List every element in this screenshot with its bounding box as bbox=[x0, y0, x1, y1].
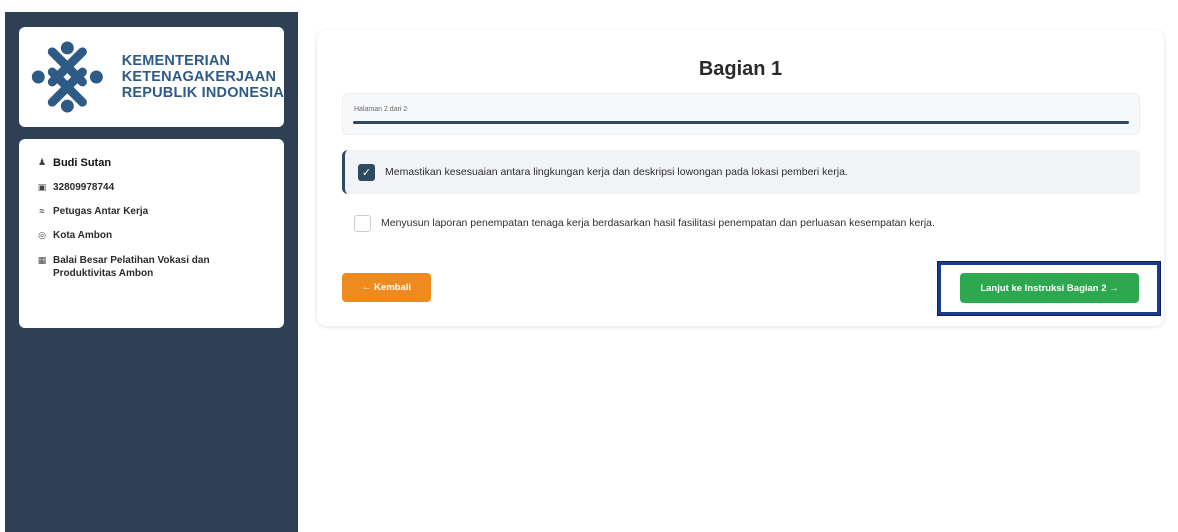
profile-city-row: ◎ Kota Ambon bbox=[35, 230, 270, 241]
logo-line-1: KEMENTERIAN bbox=[121, 53, 231, 69]
profile-role-row: ≈ Petugas Antar Kerja bbox=[35, 206, 270, 217]
profile-institution-row: ▦ Balai Besar Pelatihan Vokasi dan Produ… bbox=[35, 254, 270, 280]
task-card: Bagian 1 Halaman 2 dari 2 ✓ Memastikan k… bbox=[317, 30, 1164, 326]
back-button[interactable]: ← Kembali bbox=[342, 273, 431, 302]
user-icon: ♟ bbox=[37, 157, 47, 167]
profile-id-number: 32809978744 bbox=[53, 182, 115, 193]
task-item-2[interactable]: Menyusun laporan penempatan tenaga kerja… bbox=[342, 201, 1140, 245]
profile-role: Petugas Antar Kerja bbox=[53, 206, 149, 217]
task-item-1[interactable]: ✓ Memastikan kesesuaian antara lingkunga… bbox=[342, 150, 1140, 194]
profile-city: Kota Ambon bbox=[53, 230, 113, 241]
ministry-emblem-icon bbox=[31, 41, 103, 113]
checkbox-checked[interactable]: ✓ bbox=[358, 163, 375, 181]
task-label-1: Memastikan kesesuaian antara lingkungan … bbox=[385, 166, 848, 178]
location-pin-icon: ◎ bbox=[38, 230, 46, 240]
profile-id-row: ▣ 32809978744 bbox=[35, 182, 270, 193]
logo-card: KEMENTERIAN KETENAGAKERJAAN REPUBLIK IND… bbox=[19, 27, 284, 127]
progress-text: Halaman 2 dari 2 bbox=[354, 106, 408, 113]
checkbox-unchecked[interactable] bbox=[354, 214, 371, 232]
profile-institution: Balai Besar Pelatihan Vokasi dan Produkt… bbox=[53, 255, 210, 279]
logo-text: KEMENTERIAN KETENAGAKERJAAN REPUBLIK IND… bbox=[122, 53, 284, 101]
handshake-icon: ≈ bbox=[39, 206, 45, 216]
progress-track bbox=[353, 121, 1129, 124]
task-label-2: Menyusun laporan penempatan tenaga kerja… bbox=[381, 217, 935, 229]
progress-fill bbox=[353, 121, 1129, 124]
logo-line-2: KETENAGAKERJAAN bbox=[121, 69, 277, 85]
page: KEMENTERIAN KETENAGAKERJAAN REPUBLIK IND… bbox=[0, 0, 1178, 532]
id-card-icon: ▣ bbox=[37, 182, 47, 192]
profile-card: ♟ Budi Sutan ▣ 32809978744 ≈ Petugas Ant… bbox=[19, 139, 284, 328]
sidebar: KEMENTERIAN KETENAGAKERJAAN REPUBLIK IND… bbox=[5, 12, 298, 532]
profile-name: Budi Sutan bbox=[53, 157, 112, 169]
profile-name-row: ♟ Budi Sutan bbox=[35, 157, 270, 169]
next-instruction-button[interactable]: Lanjut ke Instruksi Bagian 2 → bbox=[960, 273, 1139, 303]
building-icon: ▦ bbox=[37, 255, 47, 265]
logo-line-3: REPUBLIK INDONESIA bbox=[121, 85, 284, 101]
progress-box: Halaman 2 dari 2 bbox=[342, 93, 1140, 135]
page-title: Bagian 1 bbox=[698, 58, 783, 80]
